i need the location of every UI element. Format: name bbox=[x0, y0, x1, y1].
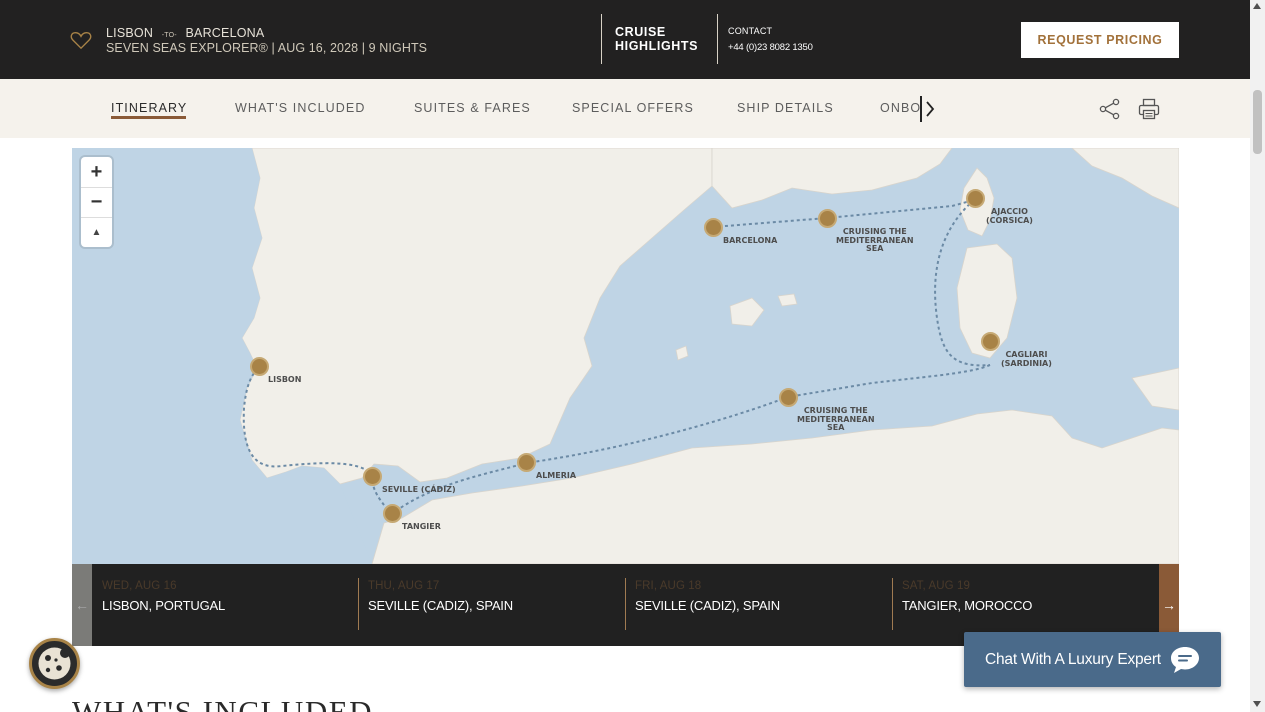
itinerary-day[interactable]: WED, AUG 16 LISBON, PORTUGAL bbox=[102, 564, 358, 646]
label-line: (SARDINIA) bbox=[1001, 358, 1052, 368]
cruise-highlights-link[interactable]: CRUISE HIGHLIGHTS bbox=[615, 25, 705, 53]
heart-icon[interactable] bbox=[70, 30, 92, 50]
request-pricing-button[interactable]: REQUEST PRICING bbox=[1021, 22, 1179, 58]
itinerary-map[interactable]: BARCELONA CRUISING THE MEDITERRANEAN SEA… bbox=[72, 148, 1179, 564]
port-dot-seville[interactable] bbox=[363, 467, 382, 486]
day-date: SAT, AUG 19 bbox=[902, 580, 970, 592]
port-dot-lisbon[interactable] bbox=[250, 357, 269, 376]
to-separator: -TO- bbox=[161, 32, 177, 39]
section-title: WHAT'S INCLUDED bbox=[72, 694, 374, 712]
day-date: THU, AUG 17 bbox=[368, 580, 440, 592]
port-dot-cruising-2[interactable] bbox=[779, 388, 798, 407]
label-line: (CORSICA) bbox=[986, 215, 1033, 225]
port-label-ajaccio: AJACCIO (CORSICA) bbox=[986, 207, 1033, 225]
port-dot-tangier[interactable] bbox=[383, 504, 402, 523]
scroll-down-arrow[interactable] bbox=[1253, 701, 1261, 707]
land-menorca bbox=[777, 293, 798, 307]
port-label-seville: SEVILLE (CÁDIZ) bbox=[382, 485, 456, 494]
destination-port: BARCELONA bbox=[185, 26, 265, 40]
day-divider bbox=[892, 578, 893, 630]
chat-expert-button[interactable]: Chat With A Luxury Expert bbox=[964, 632, 1221, 687]
land-france bbox=[711, 148, 953, 209]
day-place: TANGIER, MOROCCO bbox=[902, 598, 1033, 613]
port-label-tangier: TANGIER bbox=[402, 522, 441, 531]
land-italy bbox=[1071, 148, 1179, 209]
port-label-cruising-1: CRUISING THE MEDITERRANEAN SEA bbox=[836, 227, 914, 254]
scroll-up-arrow[interactable] bbox=[1253, 3, 1261, 9]
port-label-lisbon: LISBON bbox=[268, 375, 302, 384]
day-divider bbox=[358, 578, 359, 630]
port-dot-barcelona[interactable] bbox=[704, 218, 723, 237]
day-date: FRI, AUG 18 bbox=[635, 580, 702, 592]
land-sicily bbox=[1131, 367, 1179, 411]
highlights-line1: CRUISE bbox=[615, 25, 666, 39]
day-place: LISBON, PORTUGAL bbox=[102, 598, 225, 613]
chevron-right-icon bbox=[926, 101, 935, 117]
tab-suites-fares[interactable]: SUITES & FARES bbox=[414, 101, 531, 115]
cookie-icon bbox=[38, 647, 71, 680]
scroll-thumb[interactable] bbox=[1253, 90, 1262, 154]
label-line: SEA bbox=[866, 244, 884, 253]
port-dot-cruising-1[interactable] bbox=[818, 209, 837, 228]
land-mallorca bbox=[729, 297, 765, 327]
route-title: LISBON -TO- BARCELONA bbox=[106, 26, 264, 40]
reset-north-button[interactable]: ▲ bbox=[81, 217, 112, 246]
top-header: LISBON -TO- BARCELONA SEVEN SEAS EXPLORE… bbox=[0, 0, 1250, 79]
port-label-almeria: ALMERIA bbox=[536, 471, 577, 480]
nav-scroll-right-button[interactable] bbox=[920, 96, 938, 122]
chat-label: Chat With A Luxury Expert bbox=[985, 651, 1161, 668]
tab-whats-included[interactable]: WHAT'S INCLUDED bbox=[235, 101, 365, 115]
divider bbox=[717, 14, 718, 64]
section-nav: ITINERARY WHAT'S INCLUDED SUITES & FARES… bbox=[0, 79, 1250, 138]
port-dot-ajaccio[interactable] bbox=[966, 189, 985, 208]
origin-port: LISBON bbox=[106, 26, 154, 40]
port-dot-cagliari[interactable] bbox=[981, 332, 1000, 351]
port-label-barcelona: BARCELONA bbox=[723, 236, 778, 245]
tab-special-offers[interactable]: SPECIAL OFFERS bbox=[572, 101, 694, 115]
contact-label: CONTACT bbox=[728, 26, 773, 36]
map-zoom-controls: + − ▲ bbox=[81, 157, 112, 247]
zoom-out-button[interactable]: − bbox=[81, 187, 112, 216]
itinerary-day[interactable]: FRI, AUG 18 SEVILLE (CADIZ), SPAIN bbox=[635, 564, 891, 646]
day-date: WED, AUG 16 bbox=[102, 580, 177, 592]
highlights-line2: HIGHLIGHTS bbox=[615, 39, 699, 53]
cookie-settings-button[interactable] bbox=[29, 638, 80, 689]
print-icon[interactable] bbox=[1137, 97, 1161, 121]
day-place: SEVILLE (CADIZ), SPAIN bbox=[635, 598, 780, 613]
carousel-prev-button[interactable]: ← bbox=[72, 564, 92, 646]
port-label-cruising-2: CRUISING THE MEDITERRANEAN SEA bbox=[797, 406, 875, 433]
share-icon[interactable] bbox=[1099, 98, 1121, 120]
land-ibiza bbox=[675, 345, 689, 361]
chat-bubble-icon bbox=[1171, 647, 1199, 673]
tab-ship-details[interactable]: SHIP DETAILS bbox=[737, 101, 834, 115]
day-place: SEVILLE (CADIZ), SPAIN bbox=[368, 598, 513, 613]
itinerary-day[interactable]: THU, AUG 17 SEVILLE (CADIZ), SPAIN bbox=[368, 564, 624, 646]
divider bbox=[601, 14, 602, 64]
tab-itinerary[interactable]: ITINERARY bbox=[111, 101, 187, 115]
port-label-cagliari: CAGLIARI (SARDINIA) bbox=[1001, 350, 1052, 368]
tab-onboard[interactable]: ONBOARD bbox=[880, 101, 922, 115]
day-divider bbox=[625, 578, 626, 630]
ship-date-nights: SEVEN SEAS EXPLORER® | AUG 16, 2028 | 9 … bbox=[106, 41, 428, 55]
page-scrollbar[interactable] bbox=[1250, 0, 1265, 712]
active-tab-underline bbox=[111, 116, 186, 119]
port-dot-almeria[interactable] bbox=[517, 453, 536, 472]
zoom-in-button[interactable]: + bbox=[81, 158, 112, 187]
contact-phone[interactable]: +44 (0)23 8082 1350 bbox=[728, 42, 813, 53]
label-line: SEA bbox=[827, 423, 845, 432]
